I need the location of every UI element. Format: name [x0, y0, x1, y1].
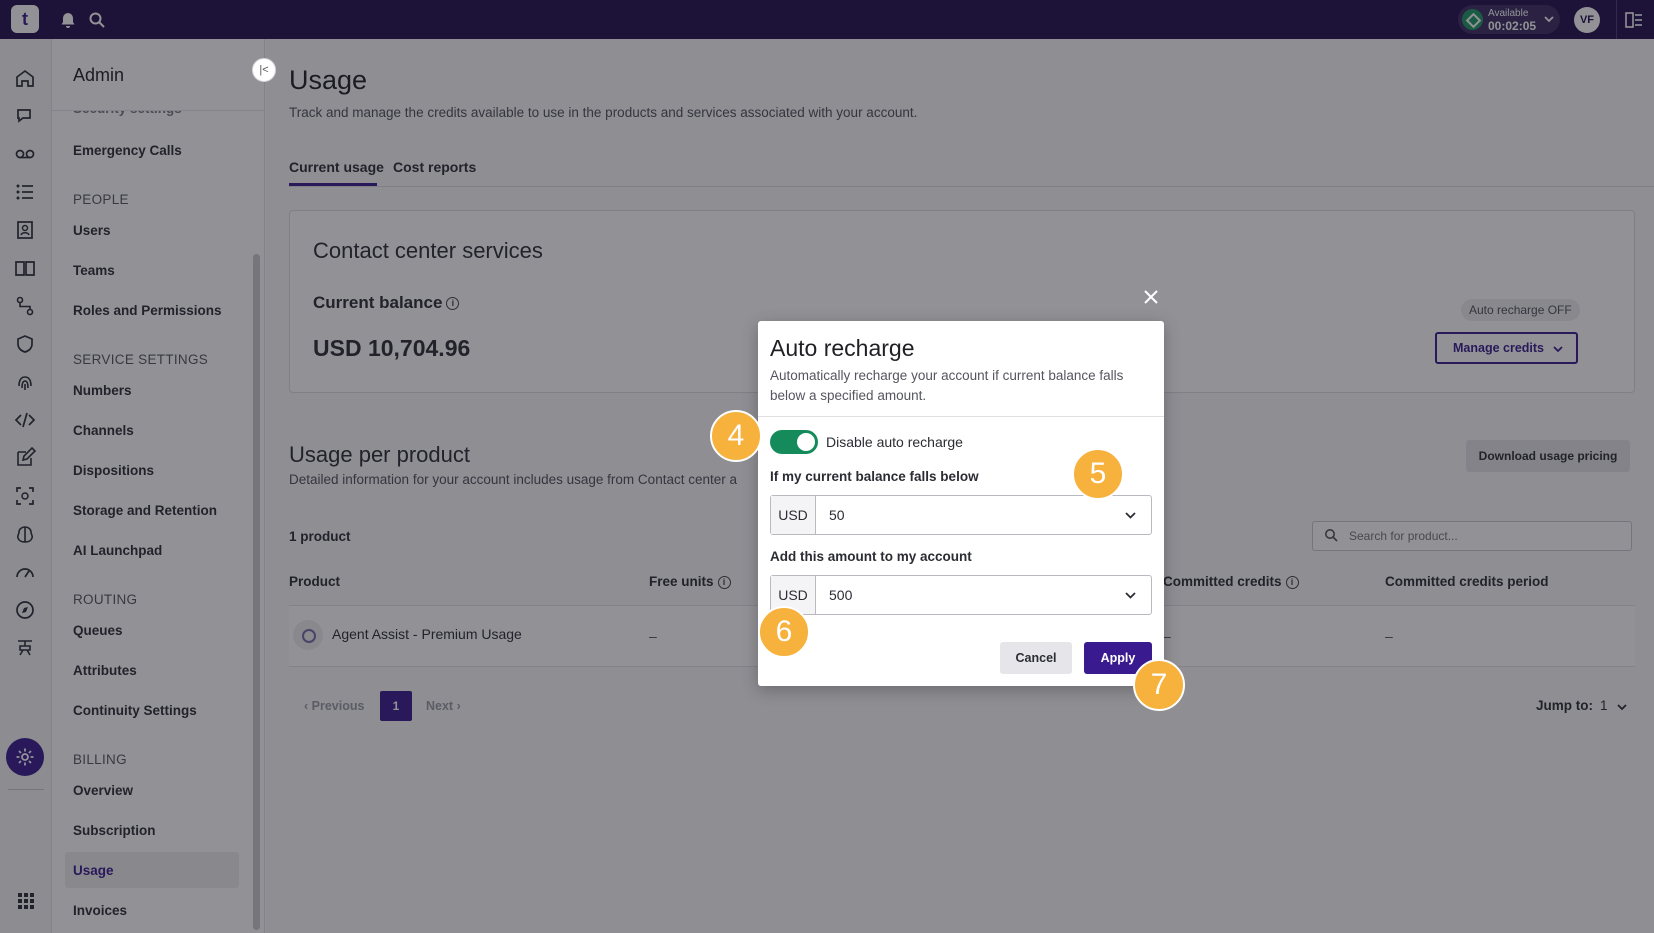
dialog-title: Auto recharge — [770, 335, 915, 361]
cancel-button[interactable]: Cancel — [1000, 642, 1072, 674]
toggle-label: Disable auto recharge — [826, 434, 963, 450]
close-icon[interactable] — [1142, 288, 1160, 306]
step-badge-4: 4 — [710, 410, 762, 462]
chevron-down-icon — [1125, 592, 1136, 599]
step-badge-7: 7 — [1133, 659, 1185, 711]
dialog-description: Automatically recharge your account if c… — [770, 368, 1124, 403]
threshold-select[interactable]: USD 50 — [770, 495, 1152, 535]
dialog-divider — [758, 416, 1164, 417]
amount-value: 500 — [829, 587, 853, 603]
amount-label: Add this amount to my account — [770, 549, 972, 564]
collapse-sidebar-button[interactable]: |< — [252, 58, 276, 82]
chevron-down-icon — [1125, 512, 1136, 519]
step-badge-6: 6 — [758, 606, 810, 658]
threshold-value: 50 — [829, 507, 845, 523]
auto-recharge-dialog: Auto recharge Automatically recharge you… — [758, 321, 1164, 686]
threshold-label: If my current balance falls below — [770, 469, 979, 484]
threshold-currency: USD — [771, 496, 816, 534]
amount-select[interactable]: USD 500 — [770, 575, 1152, 615]
step-badge-5: 5 — [1072, 448, 1124, 500]
auto-recharge-toggle[interactable] — [770, 430, 818, 454]
